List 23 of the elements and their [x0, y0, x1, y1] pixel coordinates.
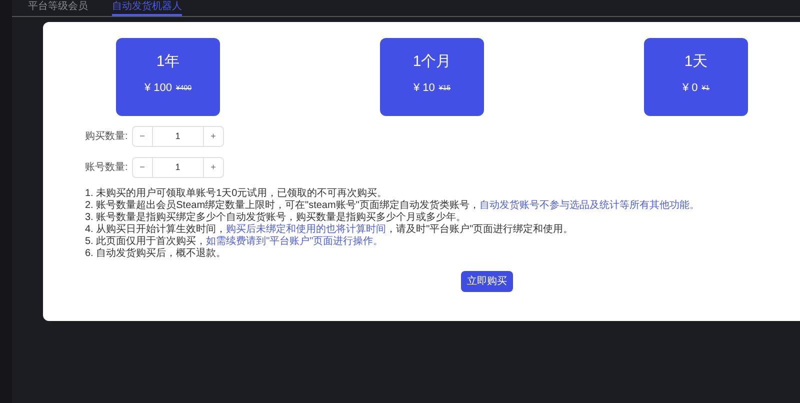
note-line: 4. 从购买日开始计算生效时间，购买后未绑定和使用的也将计算时间，请及时"平台账户"页面进行绑定和使用。: [85, 224, 574, 236]
plan-price: ¥ 100: [144, 80, 172, 96]
plan-price: ¥ 10: [413, 80, 435, 96]
note-line: 1. 未购买的用户可领取单账号1天0元试用，已领取的不可再次购买。: [85, 188, 388, 200]
plan-title: 1个月: [412, 52, 452, 72]
note-line: 5. 此页面仅用于首次购买，如需续费请到"平台账户"页面进行操作。: [85, 236, 384, 248]
note-line: 2. 账号数量超出会员Steam绑定数量上限时，可在"steam账号"页面绑定自动发货类账号，自动发货账号不参与选品及统计等所有其他功能。: [85, 200, 700, 212]
quantity-label: 购买数量:: [85, 130, 128, 144]
plan-title: 1天: [684, 52, 708, 72]
plan-title: 1年: [156, 52, 180, 72]
tab[interactable]: 自动发货机器人: [112, 1, 182, 16]
quantity-stepper[interactable]: − 1 +: [132, 126, 224, 147]
note-line: 3. 账号数量是指购买绑定多少个自动发货账号，购买数量是指购买多少个月或多少年。: [85, 212, 468, 224]
increment-button[interactable]: +: [202, 158, 223, 177]
decrement-button[interactable]: −: [132, 127, 153, 146]
quantity-label: 账号数量:: [85, 160, 128, 175]
buy-now-button[interactable]: 立即购买: [461, 271, 513, 292]
decrement-button[interactable]: −: [132, 158, 153, 177]
tab[interactable]: 平台等级会员: [28, 1, 88, 13]
increment-button[interactable]: +: [202, 127, 223, 146]
plan-price: ¥ 0: [682, 80, 698, 96]
note-line: 6. 自动发货购买后，概不退款。: [85, 248, 228, 260]
quantity-stepper[interactable]: − 1 +: [132, 157, 224, 178]
